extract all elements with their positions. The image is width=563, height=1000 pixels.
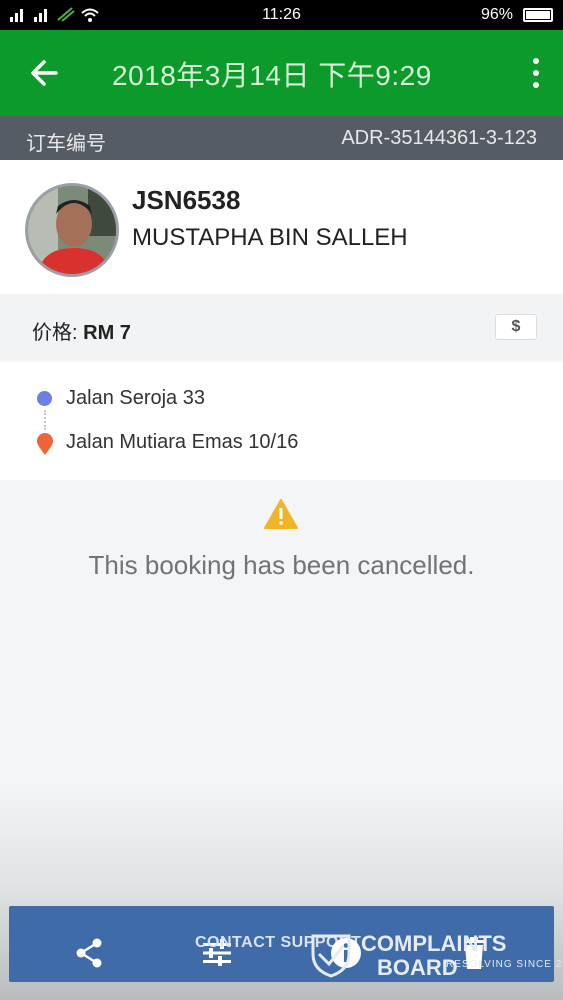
- pickup-dot-icon: [37, 391, 52, 406]
- price-amount: RM 7: [83, 322, 131, 344]
- warning-icon: [263, 498, 299, 530]
- complaints-board-watermark: COMPLAINTS BOARD RESOLVING SINCE 2004: [309, 932, 563, 983]
- cancelled-message: This booking has been cancelled.: [88, 550, 475, 580]
- dollar-icon[interactable]: $: [495, 314, 537, 340]
- booking-number-bar: 订车编号 ADR-35144361-3-123: [0, 116, 563, 160]
- status-bar: 11:26 96%: [0, 0, 563, 30]
- watermark-line1: COMPLAINTS: [361, 931, 507, 956]
- price-row: 价格: RM 7 $: [0, 294, 563, 360]
- route-connector: [44, 410, 46, 430]
- battery-percent: 96%: [480, 6, 513, 23]
- price-label: 价格: RM 7: [32, 316, 131, 345]
- battery-icon: [523, 8, 553, 22]
- app-bar: 2018年3月14日 下午9:29: [0, 30, 563, 116]
- shield-logo-icon: [311, 934, 351, 978]
- booking-number-value: ADR-35144361-3-123: [341, 127, 537, 149]
- page-title: 2018年3月14日 下午9:29: [112, 60, 432, 91]
- status-time: 11:26: [262, 6, 301, 23]
- share-icon[interactable]: [72, 936, 106, 970]
- driver-card: JSN6538 MUSTAPHA BIN SALLEH: [0, 160, 563, 294]
- pickup-address: Jalan Seroja 33: [66, 387, 205, 409]
- driver-avatar: [25, 183, 119, 277]
- driver-name: MUSTAPHA BIN SALLEH: [132, 224, 408, 251]
- more-vert-icon[interactable]: [531, 58, 541, 88]
- route-section: Jalan Seroja 33 Jalan Mutiara Emas 10/16: [0, 362, 563, 480]
- dropoff-pin-icon: [35, 432, 55, 456]
- booking-number-label: 订车编号: [26, 133, 106, 155]
- price-label-text: 价格:: [32, 322, 84, 344]
- bottom-action-bar: CONTACT SUPPORT COMPLAINTS BOARD RESOLVI…: [9, 906, 563, 983]
- vehicle-plate: JSN6538: [132, 185, 241, 215]
- watermark-tagline: RESOLVING SINCE 2004: [446, 959, 563, 970]
- back-arrow-icon[interactable]: [28, 56, 62, 90]
- dropoff-address: Jalan Mutiara Emas 10/16: [66, 431, 299, 453]
